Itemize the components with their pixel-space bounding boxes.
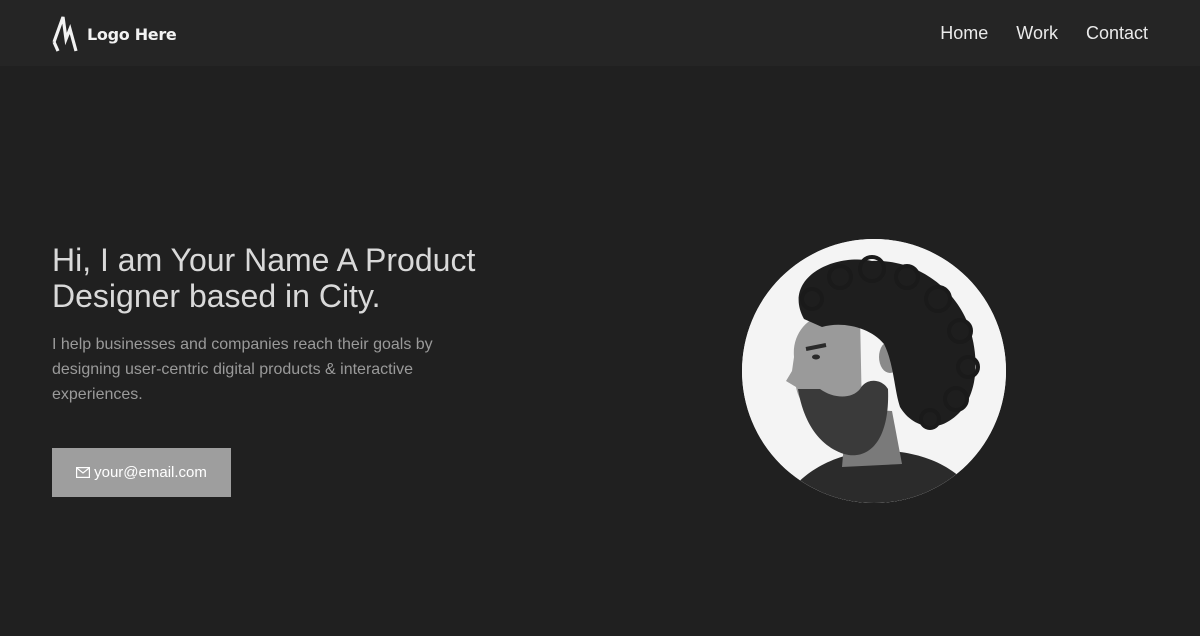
logo[interactable]: Logo Here bbox=[52, 15, 177, 53]
main-nav: Home Work Contact bbox=[940, 22, 1148, 44]
nav-contact-link[interactable]: Contact bbox=[1086, 22, 1148, 44]
profile-photo bbox=[742, 239, 1006, 503]
nav-work-link[interactable]: Work bbox=[1016, 22, 1058, 44]
nav-home-link[interactable]: Home bbox=[940, 22, 988, 44]
portrait-illustration bbox=[742, 239, 1006, 503]
envelope-icon bbox=[76, 467, 91, 478]
site-header: Logo Here Home Work Contact bbox=[0, 0, 1200, 66]
email-button-label: your@email.com bbox=[94, 464, 207, 481]
email-button[interactable]: your@email.com bbox=[52, 448, 231, 497]
hero-title: Hi, I am Your Name A Product Designer ba… bbox=[52, 242, 476, 314]
logo-text: Logo Here bbox=[87, 24, 177, 44]
hero-subtitle: I help businesses and companies reach th… bbox=[52, 336, 433, 403]
zigzag-logo-icon bbox=[52, 16, 78, 52]
